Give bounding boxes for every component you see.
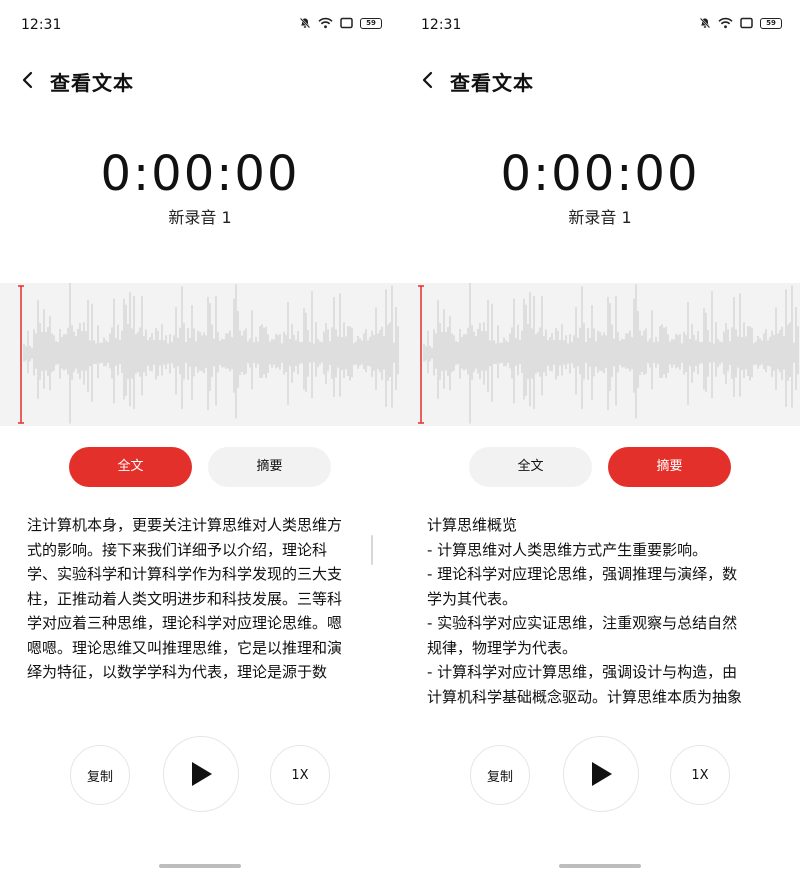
recording-timer: 0:00:00: [100, 146, 300, 202]
text-scrollbar[interactable]: [371, 535, 373, 565]
status-bar: 12:31 59: [400, 0, 800, 48]
waveform-scrubber[interactable]: [0, 283, 400, 426]
text-line: - 实验科学对应实证思维，注重观察与总结自然: [427, 614, 738, 632]
play-button[interactable]: [163, 736, 239, 812]
text-line: 嗯嗯。理论思维又叫推理思维，它是以推理和演: [27, 638, 343, 657]
status-icons: 59: [299, 17, 382, 29]
chevron-left-icon: [422, 71, 433, 89]
waveform: [18, 283, 399, 424]
page-title: 查看文本: [50, 71, 134, 95]
mute-bell-icon: [299, 17, 311, 29]
text-line: 注计算机本身，更要关注计算思维对人类思维方: [27, 516, 343, 534]
play-icon: [192, 762, 212, 786]
tab-full-text[interactable]: 全文: [469, 447, 592, 487]
back-button[interactable]: [416, 66, 442, 94]
screen-summary: 12:31 59 查看文本 0:00:00 新录音 1 全文 摘要 计算思维概览…: [400, 0, 800, 879]
summary-text: 计算思维概览 - 计算思维对人类思维方式产生重要影响。 - 理论科学对应理论思维…: [427, 513, 779, 709]
text-line: 学对应着三种思维，理论科学对应理论思维。嗯: [27, 614, 343, 632]
speed-button[interactable]: 1X: [670, 745, 730, 805]
wifi-icon: [718, 17, 733, 29]
copy-button[interactable]: 复制: [470, 745, 530, 805]
waveform: [418, 283, 799, 424]
mute-bell-icon: [699, 17, 711, 29]
recording-name: 新录音 1: [168, 208, 232, 227]
tab-full-text[interactable]: 全文: [69, 447, 192, 487]
waveform-scrubber[interactable]: [400, 283, 800, 426]
text-line: 规律，物理学为代表。: [427, 638, 578, 657]
text-line: 式的影响。接下来我们详细予以介绍，理论科: [27, 540, 328, 559]
page-title: 查看文本: [450, 71, 534, 95]
tab-summary[interactable]: 摘要: [608, 447, 731, 487]
text-line: 绎为特征，以数学学科为代表，理论是源于数: [27, 663, 328, 681]
screen-full-text: 12:31 59 查看文本 0:00:00 新录音 1 全文 摘要 注计算机本身…: [0, 0, 400, 879]
recording-name: 新录音 1: [568, 208, 632, 227]
text-line: 计算机科学基础概念驱动。计算思维本质为抽象: [427, 687, 743, 706]
home-indicator[interactable]: [159, 864, 241, 868]
chevron-left-icon: [22, 71, 33, 89]
screen-icon: [740, 17, 753, 29]
text-line: - 计算思维对人类思维方式产生重要影响。: [427, 540, 708, 559]
wifi-icon: [318, 17, 333, 29]
home-indicator[interactable]: [559, 864, 641, 868]
play-icon: [592, 762, 612, 786]
copy-button[interactable]: 复制: [70, 745, 130, 805]
tab-summary[interactable]: 摘要: [208, 447, 331, 487]
top-bar: 查看文本: [0, 62, 400, 98]
play-button[interactable]: [563, 736, 639, 812]
speed-button[interactable]: 1X: [270, 745, 330, 805]
text-line: 计算思维概览: [427, 516, 518, 534]
battery-icon: 59: [760, 17, 782, 29]
recording-timer: 0:00:00: [500, 146, 700, 202]
text-line: 学为其代表。: [427, 589, 518, 608]
waveform-bars: [423, 283, 799, 424]
status-time: 12:31: [21, 17, 62, 33]
text-line: 柱，正推动着人类文明进步和科技发展。三等科: [27, 589, 343, 608]
top-bar: 查看文本: [400, 62, 800, 98]
screen-icon: [340, 17, 353, 29]
status-bar: 12:31 59: [0, 0, 400, 48]
back-button[interactable]: [16, 66, 42, 94]
transcript-text: 注计算机本身，更要关注计算思维对人类思维方 式的影响。接下来我们详细予以介绍，理…: [27, 513, 379, 685]
text-line: - 计算科学对应计算思维，强调设计与构造，由: [427, 663, 738, 681]
text-line: 学、实验科学和计算科学作为科学发现的三大支: [27, 565, 343, 583]
status-icons: 59: [699, 17, 782, 29]
text-line: - 理论科学对应理论思维，强调推理与演绎，数: [427, 565, 738, 583]
status-time: 12:31: [421, 17, 462, 33]
waveform-bars: [23, 283, 399, 424]
battery-icon: 59: [360, 17, 382, 29]
